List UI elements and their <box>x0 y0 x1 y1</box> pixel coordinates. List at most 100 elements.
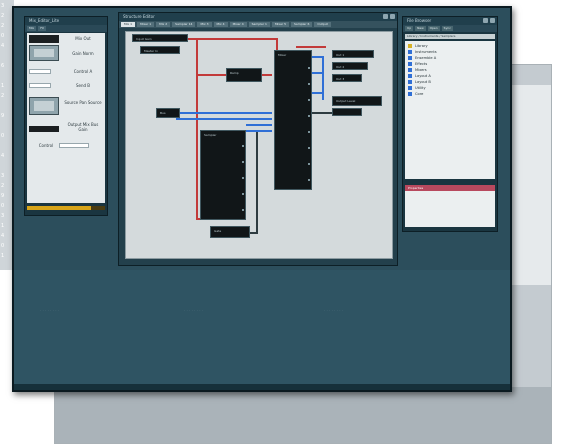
tree-item[interactable]: Core <box>408 91 493 97</box>
structure-canvas[interactable]: Input Gain Master In Ramp Bus Mixer Samp… <box>125 31 393 259</box>
node-port[interactable] <box>308 115 310 117</box>
tab-mixer-5[interactable]: Mixer 5 <box>271 22 290 27</box>
value-field[interactable] <box>29 83 51 88</box>
graph-node[interactable]: Sampler <box>200 130 246 220</box>
open-button[interactable]: Open <box>427 26 440 31</box>
node-port[interactable] <box>308 83 310 85</box>
preview-thumbnail[interactable] <box>29 45 59 61</box>
node-port[interactable] <box>242 209 244 211</box>
tab-mix-3[interactable]: Mix 3 <box>197 22 212 27</box>
screenshot-page: 3 2 2 0 4 6 1 2 9 0 4 3 2 9 0 3 1 4 0 1 · · · · · · · · · ·… <box>0 0 562 448</box>
graph-node[interactable]: Input Gain <box>132 34 188 42</box>
minimize-icon[interactable] <box>383 14 388 19</box>
connection-wire[interactable] <box>196 38 198 218</box>
background-bottom-area <box>55 387 551 443</box>
color-swatch[interactable] <box>29 35 59 43</box>
tab-sampler-6[interactable]: Sampler 6 <box>291 22 313 27</box>
file-tree: Library Instruments Ensemble A Effects M… <box>405 41 495 179</box>
sync-button[interactable]: Sync <box>441 26 453 31</box>
graph-node[interactable] <box>332 108 362 116</box>
connection-wire[interactable] <box>256 132 258 232</box>
tab-mixer-4[interactable]: Mixer 4 <box>229 22 247 27</box>
ruler-number: 2 <box>1 13 5 19</box>
value-field[interactable] <box>59 143 89 148</box>
tab-mix-2[interactable]: Mix 2 <box>156 22 171 27</box>
property-label: Source Pan Source <box>64 100 102 105</box>
node-port[interactable] <box>308 163 310 165</box>
graph-node[interactable]: Bus <box>156 108 180 118</box>
graph-node[interactable]: Mixer <box>274 50 312 190</box>
property-row: Send B <box>29 81 103 91</box>
close-icon[interactable] <box>490 18 495 23</box>
node-label: Input Gain <box>136 37 152 41</box>
panel-title: Structure Editor <box>119 13 397 21</box>
tab-mix[interactable]: Mix <box>27 26 37 31</box>
graph-node[interactable]: Output Level <box>332 96 382 106</box>
ruler-number: 0 <box>1 243 5 249</box>
tab-mix-4[interactable]: Mix 4 <box>213 22 228 27</box>
node-port[interactable] <box>308 67 310 69</box>
ruler-number: 3 <box>1 173 5 179</box>
node-port[interactable] <box>308 179 310 181</box>
color-swatch[interactable] <box>29 126 59 132</box>
tab-output[interactable]: Output <box>314 22 331 27</box>
node-port[interactable] <box>242 161 244 163</box>
connection-wire[interactable] <box>176 118 272 120</box>
node-label: Out 2 <box>336 65 345 69</box>
connection-wire[interactable] <box>246 130 272 132</box>
watermark: · · · · · · · · <box>324 308 344 313</box>
browser-toolbar: Up New Open Sync <box>403 25 497 32</box>
ruler-number: 0 <box>1 203 5 209</box>
tab-sampler-14[interactable]: Sampler 14 <box>172 22 196 27</box>
graph-node[interactable]: Out 2 <box>332 62 368 70</box>
connection-wire[interactable] <box>176 112 272 114</box>
close-icon[interactable] <box>390 14 395 19</box>
folder-icon <box>408 85 412 90</box>
property-label: Gain Norm <box>72 51 94 56</box>
graph-node[interactable]: Master In <box>140 46 180 54</box>
node-label: Mixer <box>278 53 287 57</box>
node-port[interactable] <box>308 99 310 101</box>
node-port[interactable] <box>242 177 244 179</box>
browser-path[interactable]: Library / Instruments / Samplers <box>405 34 495 39</box>
preview-thumbnail[interactable] <box>29 97 59 115</box>
connection-wire[interactable] <box>262 74 272 76</box>
connection-wire[interactable] <box>296 46 326 48</box>
node-label: Ramp <box>230 71 239 75</box>
graph-node[interactable]: Out 1 <box>332 50 374 58</box>
value-field[interactable] <box>29 69 51 74</box>
graph-node[interactable]: Out 3 <box>332 74 362 82</box>
node-port[interactable] <box>308 131 310 133</box>
connection-wire[interactable] <box>246 124 272 126</box>
property-row: Gain Norm <box>29 45 103 63</box>
connection-wire[interactable] <box>186 38 276 40</box>
connection-wire[interactable] <box>196 74 228 76</box>
properties-panel-title: Mix_Editor_Lite <box>29 18 60 23</box>
new-button[interactable]: New <box>415 26 426 31</box>
node-port[interactable] <box>242 145 244 147</box>
tab-mixer-1[interactable]: Mixer 1 <box>137 22 155 27</box>
tab-fx[interactable]: FX <box>38 26 46 31</box>
folder-icon <box>408 55 412 60</box>
tab-sampler-1[interactable]: Sampler 1 <box>248 22 270 27</box>
graph-node[interactable]: Gate <box>210 226 250 238</box>
graph-node[interactable]: Ramp <box>226 68 262 82</box>
tree-item-label: Core <box>415 92 424 96</box>
connection-wire[interactable] <box>310 92 324 94</box>
preview-image <box>34 49 54 57</box>
properties-panel: Mix_Editor_Lite Mix FX Mix Out Gain Norm… <box>24 16 108 216</box>
structure-tabs: Mix 1 Mixer 1 Mix 2 Sampler 14 Mix 3 Mix… <box>119 21 397 28</box>
tree-item-label: Utility <box>415 86 426 90</box>
node-port[interactable] <box>308 147 310 149</box>
minimize-icon[interactable] <box>483 18 488 23</box>
property-row: Mix Out <box>29 35 103 43</box>
folder-icon <box>408 73 412 78</box>
node-port[interactable] <box>242 193 244 195</box>
tree-item-label: Layout B <box>415 80 431 84</box>
property-label: Send B <box>75 83 91 88</box>
ruler-number: 1 <box>1 83 5 89</box>
tab-mix-1[interactable]: Mix 1 <box>121 22 136 27</box>
ruler-number: 9 <box>1 193 5 199</box>
up-button[interactable]: Up <box>405 26 414 31</box>
property-row: Control A <box>29 67 103 77</box>
